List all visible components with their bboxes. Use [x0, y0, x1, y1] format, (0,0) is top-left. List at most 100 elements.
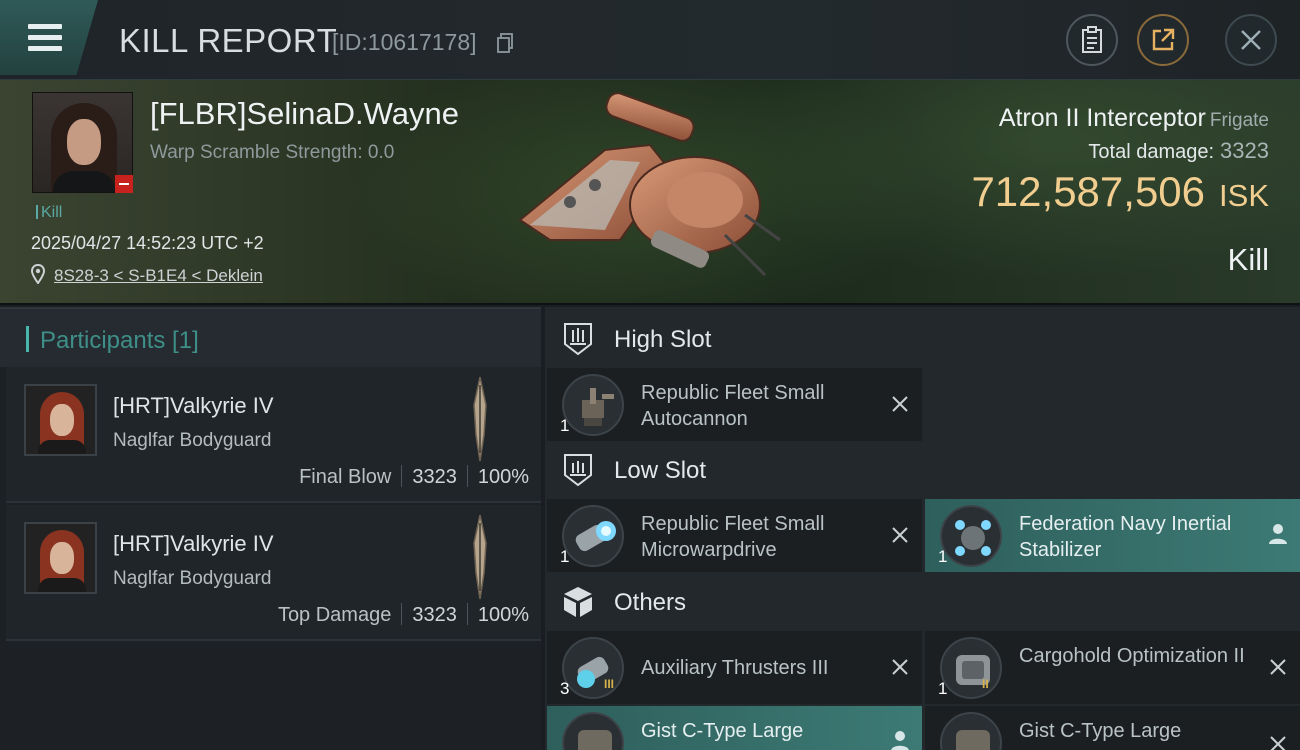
menu-icon-bar: [28, 35, 62, 40]
participant-row[interactable]: [HRT]Valkyrie IV Naglfar Bodyguard Top D…: [6, 505, 541, 641]
shield-booster-icon: [562, 712, 624, 750]
module-name: Gist C-Type Large: [641, 720, 804, 742]
participant-role: Final Blow: [299, 466, 392, 488]
participant-damage: 3323: [412, 466, 457, 488]
person-icon[interactable]: [890, 730, 910, 750]
remove-x-icon[interactable]: [890, 657, 910, 677]
menu-icon-bar: [28, 46, 62, 51]
high-slot-title: High Slot: [614, 326, 712, 353]
module-name: Cargohold Optimization II: [1019, 645, 1245, 667]
autocannon-icon: [562, 374, 624, 436]
menu-icon: [28, 24, 62, 29]
module-name: Gist C-Type Large: [1019, 720, 1182, 742]
shield-booster-icon: [940, 712, 1002, 750]
menu-button[interactable]: [0, 0, 98, 75]
status-badge: [115, 175, 133, 193]
warp-scramble-strength: Warp Scramble Strength: 0.0: [150, 142, 395, 163]
module-name: Republic Fleet Small Microwarpdrive: [641, 513, 825, 561]
module-item[interactable]: II 1 Cargohold Optimization II: [925, 631, 1300, 704]
avatar-face: [50, 404, 74, 436]
header-accent: [26, 326, 29, 352]
module-quantity: 1: [938, 679, 948, 698]
clipboard-button[interactable]: [1066, 14, 1118, 66]
module-item[interactable]: 1 Republic Fleet Small Autocannon: [547, 368, 922, 441]
victim-ship[interactable]: Atron II Interceptor Frigate: [999, 104, 1269, 133]
participant-ship-icon[interactable]: [470, 375, 490, 463]
divider: [466, 465, 468, 487]
participant-name[interactable]: [HRT]Valkyrie IV: [113, 393, 274, 419]
module-item[interactable]: III 3 Auxiliary Thrusters III: [547, 631, 922, 704]
module-item-fitted[interactable]: 1 Federation Navy Inertial Stabilizer: [925, 499, 1300, 572]
microwarpdrive-icon: [562, 505, 624, 567]
ship-name: Atron II Interceptor: [998, 104, 1206, 132]
participant-stats: Final Blow 3323 100%: [299, 465, 529, 489]
person-icon[interactable]: [1268, 523, 1288, 545]
portrait-body: [53, 171, 115, 192]
participant-avatar[interactable]: [24, 384, 97, 456]
ship-class: Frigate: [1209, 110, 1269, 131]
total-damage-value: 3323: [1220, 138, 1269, 163]
isk-unit: ISK: [1219, 178, 1269, 213]
participant-ship: Naglfar Bodyguard: [113, 430, 272, 451]
module-quantity: 1: [560, 547, 570, 566]
top-bar: KILL REPORT [ID:10617178]: [0, 0, 1300, 80]
module-name: Federation Navy Inertial Stabilizer: [1019, 513, 1232, 561]
participants-header: Participants [1]: [0, 307, 541, 367]
remove-x-icon[interactable]: [890, 525, 910, 545]
module-name: Republic Fleet Small Autocannon: [641, 382, 825, 430]
location-pin-icon: [31, 264, 45, 284]
module-quantity: 1: [560, 416, 570, 435]
participant-damage: 3323: [412, 604, 457, 626]
inertial-stabilizer-icon: [940, 505, 1002, 567]
fitting-panel: High Slot 1 Republic Fleet Small Autocan…: [545, 307, 1300, 750]
low-slot-header: Low Slot: [545, 441, 1300, 499]
total-damage-label: Total damage:: [1088, 141, 1215, 163]
kill-datetime: 2025/04/27 14:52:23 UTC +2: [31, 233, 264, 253]
avatar-body: [38, 578, 86, 592]
cargohold-optimization-icon: [940, 637, 1002, 699]
isk-amount: 712,587,506: [971, 168, 1206, 215]
participant-stats: Top Damage 3323 100%: [278, 603, 529, 627]
avatar-body: [38, 440, 86, 454]
copy-icon[interactable]: [497, 33, 513, 53]
close-button[interactable]: [1225, 14, 1277, 66]
divider: [466, 603, 468, 625]
others-title: Others: [614, 589, 687, 616]
report-id: [ID:10617178]: [332, 29, 477, 55]
divider: [401, 465, 403, 487]
participant-role: Top Damage: [277, 604, 392, 626]
tier-badge: II: [982, 677, 989, 691]
module-item[interactable]: 1 Republic Fleet Small Microwarpdrive: [547, 499, 922, 572]
total-damage: Total damage: 3323: [1088, 138, 1269, 164]
remove-x-icon[interactable]: [1268, 657, 1288, 677]
portrait-face: [67, 119, 101, 165]
low-slot-icon: [564, 454, 592, 487]
module-item[interactable]: Gist C-Type Large: [925, 706, 1300, 750]
module-item-fitted[interactable]: Gist C-Type Large: [547, 706, 922, 750]
participant-row[interactable]: [HRT]Valkyrie IV Naglfar Bodyguard Final…: [6, 367, 541, 503]
share-button[interactable]: [1137, 14, 1189, 66]
participant-ship: Naglfar Bodyguard: [113, 568, 272, 589]
participant-percent: 100%: [477, 466, 529, 488]
victim-name[interactable]: [FLBR]SelinaD.Wayne: [150, 96, 459, 132]
remove-x-icon[interactable]: [1268, 734, 1288, 750]
module-quantity: 1: [938, 547, 948, 566]
participant-name[interactable]: [HRT]Valkyrie IV: [113, 531, 274, 557]
high-slot-header: High Slot: [545, 310, 1300, 368]
kill-location-link[interactable]: 8S28-3 < S-B1E4 < Deklein: [54, 266, 263, 286]
high-slot-icon: [564, 323, 592, 356]
module-quantity: 3: [560, 679, 570, 698]
tier-badge: III: [604, 677, 615, 691]
isk-value: 712,587,506 ISK: [971, 168, 1269, 216]
remove-x-icon[interactable]: [890, 394, 910, 414]
share-icon: [1152, 28, 1175, 51]
page-title: KILL REPORT: [119, 22, 338, 59]
divider: [401, 603, 403, 625]
cube-icon: [564, 587, 592, 617]
auxiliary-thrusters-icon: [562, 637, 624, 699]
participants-panel: Participants [1] [HRT]Valkyrie IV Naglfa…: [0, 307, 541, 750]
participants-title: Participants [1]: [40, 327, 199, 354]
others-header: Others: [545, 573, 1300, 631]
participant-avatar[interactable]: [24, 522, 97, 594]
participant-ship-icon[interactable]: [470, 513, 490, 601]
